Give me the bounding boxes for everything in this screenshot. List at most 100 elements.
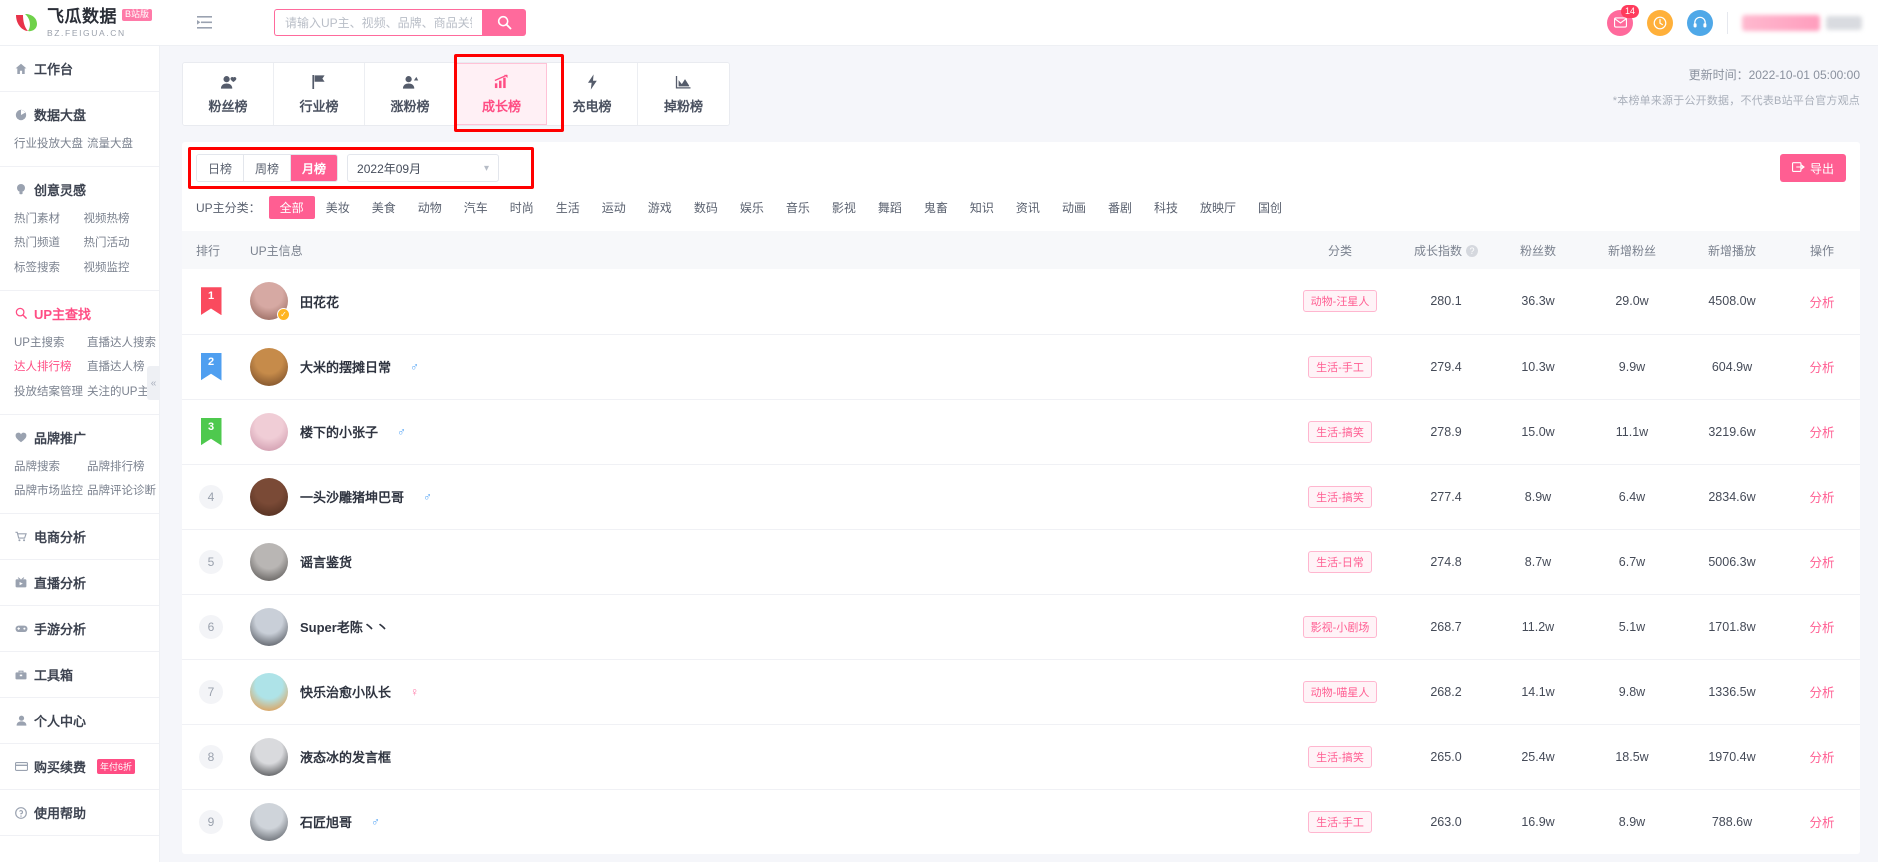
category-tag[interactable]: 动物-喵星人 <box>1302 680 1378 703</box>
category-item-all[interactable]: 全部 <box>268 196 315 219</box>
sidebar-item-inspiration[interactable]: 创意灵感 <box>0 176 159 203</box>
sidebar-item-help[interactable]: 使用帮助 <box>0 799 159 826</box>
user-account-area[interactable] <box>1742 14 1862 31</box>
category-item-dance[interactable]: 舞蹈 <box>867 196 913 219</box>
sidebar-item-game-analysis[interactable]: 手游分析 <box>0 615 159 642</box>
analyze-link[interactable]: 分析 <box>1809 296 1834 310</box>
tab-charge-ranking[interactable]: 充电榜 <box>547 63 638 125</box>
brand-logo[interactable]: 飞瓜数据 B站版 BZ.FEIGUA.CN <box>0 8 184 38</box>
analyze-link[interactable]: 分析 <box>1809 816 1834 830</box>
up-name[interactable]: 楼下的小张子 <box>300 422 378 441</box>
sidebar-item-brand-promotion[interactable]: 品牌推广 <box>0 424 159 451</box>
sidebar-item-brand-comment-diagnosis[interactable]: 品牌评论诊断 <box>83 479 159 504</box>
category-item-news[interactable]: 资讯 <box>1005 196 1051 219</box>
category-tag[interactable]: 影视-小剧场 <box>1302 615 1378 638</box>
sidebar-item-toolbox[interactable]: 工具箱 <box>0 661 159 688</box>
avatar[interactable] <box>250 347 288 386</box>
table-row[interactable]: 6 Super老陈丶丶 影视-小剧场 268.7 11.2w 5.1w 1701… <box>182 594 1860 660</box>
category-tag[interactable]: 生活-搞笑 <box>1308 485 1372 508</box>
category-item-animation[interactable]: 动画 <box>1051 196 1097 219</box>
category-item-anime[interactable]: 番剧 <box>1097 196 1143 219</box>
table-row[interactable]: 5 谣言鉴货 生活-日常 274.8 8.7w 6.7w 5006.3w 分析 <box>182 529 1860 595</box>
category-item-knowledge[interactable]: 知识 <box>959 196 1005 219</box>
sidebar-item-workbench[interactable]: 工作台 <box>0 55 159 82</box>
category-tag[interactable]: 生活-搞笑 <box>1308 745 1372 768</box>
sidebar-item-hot-channel[interactable]: 热门频道 <box>0 231 80 256</box>
sidebar-item-up-search[interactable]: UP主查找 <box>0 300 159 327</box>
growth-index-help-icon[interactable]: ? <box>1466 245 1478 258</box>
sidebar-item-hot-material[interactable]: 热门素材 <box>0 207 80 232</box>
sidebar-item-brand-search[interactable]: 品牌搜索 <box>0 455 83 480</box>
category-item-car[interactable]: 汽车 <box>453 196 499 219</box>
tab-industry-ranking[interactable]: 行业榜 <box>274 63 365 125</box>
analyze-link[interactable]: 分析 <box>1809 751 1834 765</box>
category-item-entertainment[interactable]: 娱乐 <box>729 196 775 219</box>
table-row[interactable]: 4 一头沙雕猪坤巴哥 ♂ 生活-搞笑 277.4 8.9w 6.4w 2834.… <box>182 464 1860 530</box>
sidebar-item-data-dashboard[interactable]: 数据大盘 <box>0 101 159 128</box>
analyze-link[interactable]: 分析 <box>1809 686 1834 700</box>
search-input[interactable] <box>274 9 482 36</box>
sidebar-item-live-talent-search[interactable]: 直播达人搜索 <box>83 331 159 356</box>
export-button[interactable]: 导出 <box>1779 154 1846 182</box>
sidebar-item-hot-activity[interactable]: 热门活动 <box>80 231 160 256</box>
period-daily-button[interactable]: 日榜 <box>197 155 245 181</box>
category-item-kichiku[interactable]: 鬼畜 <box>913 196 959 219</box>
sidebar-item-tag-search[interactable]: 标签搜索 <box>0 256 80 281</box>
up-name[interactable]: 田花花 <box>300 292 339 311</box>
sidebar-item-purchase-renew[interactable]: 购买续费 年付6折 <box>0 753 159 780</box>
category-item-fashion[interactable]: 时尚 <box>499 196 545 219</box>
avatar[interactable] <box>250 412 288 451</box>
category-item-tech[interactable]: 科技 <box>1143 196 1189 219</box>
avatar[interactable] <box>250 477 288 516</box>
category-item-food[interactable]: 美食 <box>361 196 407 219</box>
up-name[interactable]: 谣言鉴货 <box>300 552 352 571</box>
category-item-life[interactable]: 生活 <box>545 196 591 219</box>
sidebar-item-campaign-management[interactable]: 投放结案管理 <box>0 380 83 405</box>
date-select[interactable]: 2022年09月 ▾ <box>347 154 500 182</box>
table-row[interactable]: 9 石匠旭哥 ♂ 生活-手工 263.0 16.9w 8.9w 788.6w 分… <box>182 789 1860 854</box>
tab-fans-growth-ranking[interactable]: 涨粉榜 <box>365 63 456 125</box>
sidebar-item-up-search-sub[interactable]: UP主搜索 <box>0 331 83 356</box>
sidebar-item-live-analysis[interactable]: 直播分析 <box>0 569 159 596</box>
category-item-cinema[interactable]: 放映厅 <box>1189 196 1247 219</box>
period-monthly-button[interactable]: 月榜 <box>291 155 338 181</box>
sidebar-item-video-hot-list[interactable]: 视频热榜 <box>80 207 160 232</box>
up-name[interactable]: 快乐治愈小队长 <box>300 682 391 701</box>
category-item-beauty[interactable]: 美妆 <box>315 196 361 219</box>
category-item-sports[interactable]: 运动 <box>591 196 637 219</box>
category-item-digital[interactable]: 数码 <box>683 196 729 219</box>
up-name[interactable]: 液态冰的发言框 <box>300 747 391 766</box>
tab-fans-ranking[interactable]: 粉丝榜 <box>183 63 274 125</box>
sidebar-item-brand-market-monitor[interactable]: 品牌市场监控 <box>0 479 83 504</box>
headset-icon[interactable] <box>1687 9 1713 36</box>
sidebar-item-industry-dashboard[interactable]: 行业投放大盘 <box>0 132 83 157</box>
avatar[interactable] <box>250 607 288 646</box>
category-item-music[interactable]: 音乐 <box>775 196 821 219</box>
sidebar-collapse-handle[interactable]: « <box>147 366 159 400</box>
search-button[interactable] <box>482 9 526 36</box>
category-tag[interactable]: 生活-搞笑 <box>1308 420 1372 443</box>
avatar[interactable] <box>250 802 288 841</box>
avatar[interactable] <box>250 542 288 581</box>
category-item-film[interactable]: 影视 <box>821 196 867 219</box>
period-weekly-button[interactable]: 周榜 <box>244 155 292 181</box>
table-row[interactable]: 8 液态冰的发言框 生活-搞笑 265.0 25.4w 18.5w 1970.4… <box>182 724 1860 790</box>
analyze-link[interactable]: 分析 <box>1809 361 1834 375</box>
category-item-game[interactable]: 游戏 <box>637 196 683 219</box>
sidebar-item-brand-ranking[interactable]: 品牌排行榜 <box>83 455 159 480</box>
up-name[interactable]: 大米的摆摊日常 <box>300 357 391 376</box>
avatar[interactable]: ✓ <box>250 282 290 322</box>
category-item-guochuang[interactable]: 国创 <box>1247 196 1293 219</box>
category-tag[interactable]: 生活-日常 <box>1308 550 1372 573</box>
table-row[interactable]: 7 快乐治愈小队长 ♀ 动物-喵星人 268.2 14.1w 9.8w 1336… <box>182 659 1860 725</box>
up-name[interactable]: 一头沙雕猪坤巴哥 <box>300 487 404 506</box>
avatar[interactable] <box>250 672 288 711</box>
menu-collapse-icon[interactable] <box>190 9 218 37</box>
up-name[interactable]: 石匠旭哥 <box>300 812 352 831</box>
sidebar-item-ecommerce-analysis[interactable]: 电商分析 <box>0 523 159 550</box>
sidebar-item-personal-center[interactable]: 个人中心 <box>0 707 159 734</box>
category-item-animal[interactable]: 动物 <box>407 196 453 219</box>
category-tag[interactable]: 动物-汪星人 <box>1302 290 1378 313</box>
table-row[interactable]: 3 楼下的小张子 ♂ 生活-搞笑 278.9 15.0w 11.1w 3219.… <box>182 399 1860 465</box>
analyze-link[interactable]: 分析 <box>1809 556 1834 570</box>
